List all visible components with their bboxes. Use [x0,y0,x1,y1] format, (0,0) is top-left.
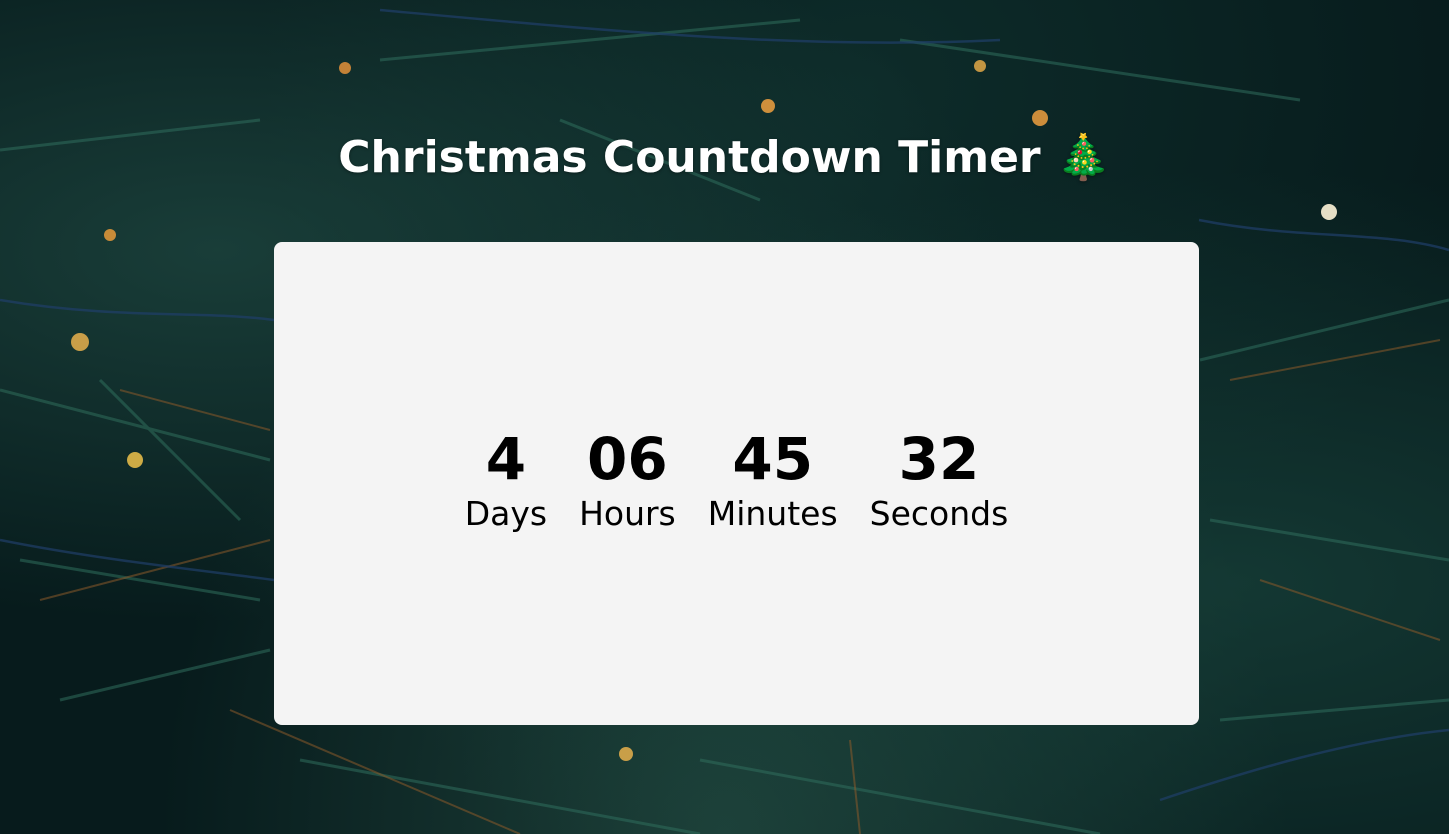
seconds-value: 32 [898,425,980,493]
countdown-card: 4 Days 06 Hours 45 Minutes 32 Seconds [274,242,1199,725]
countdown-days: 4 Days [449,424,563,534]
hours-value: 06 [587,425,668,493]
countdown-timer: 4 Days 06 Hours 45 Minutes 32 Seconds [274,424,1199,534]
countdown-seconds: 32 Seconds [854,424,1025,534]
page-title-text: Christmas Countdown Timer [338,132,1041,183]
days-value: 4 [485,425,527,493]
hours-label: Hours [579,494,676,533]
minutes-label: Minutes [707,494,838,533]
minutes-value: 45 [732,425,814,493]
seconds-label: Seconds [869,494,1009,533]
days-label: Days [464,494,548,533]
page-title: Christmas Countdown Timer 🎄 [0,128,1449,188]
christmas-tree-icon: 🎄 [1055,132,1111,183]
countdown-minutes: 45 Minutes [692,424,854,534]
countdown-hours: 06 Hours [563,424,692,534]
